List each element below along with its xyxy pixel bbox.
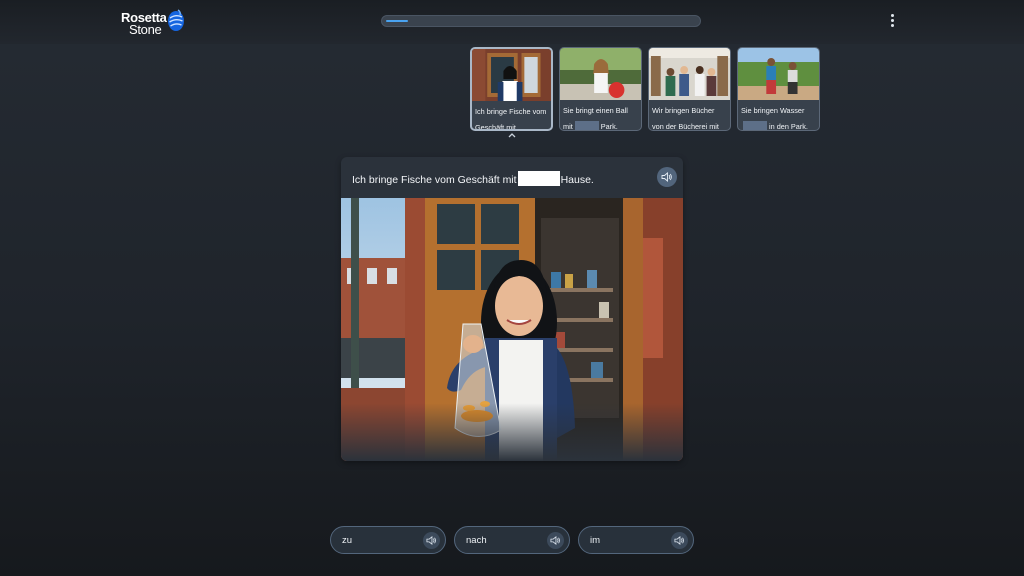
thumbnail-4-text: Sie bringen Wasser (741, 106, 805, 115)
top-bar: Rosetta Stone (0, 0, 1024, 44)
prompt-text-after: Hause. (560, 174, 594, 186)
thumbnail-2-blank (574, 121, 599, 130)
prompt-text-before: Ich bringe Fische vom Geschäft mit (352, 174, 517, 186)
thumbnail-3-image (649, 48, 730, 100)
answer-option-nach[interactable]: nach (454, 526, 570, 554)
thumbnail-4-caption: Sie bringen Wasser in den Park. (741, 103, 817, 131)
answer-option-im[interactable]: im (578, 526, 694, 554)
exercise-photo (341, 198, 683, 461)
prompt-header: Ich bringe Fische vom Geschäft mit Hause. (341, 157, 683, 198)
logo-text-line2: Stone (129, 22, 162, 37)
answer-speaker-button[interactable] (671, 532, 688, 549)
exercise-card: Ich bringe Fische vom Geschäft mit Hause. (341, 157, 683, 461)
thumbnail-4-image (738, 48, 819, 100)
chevron-up-icon[interactable] (508, 132, 516, 138)
thumbnail-3[interactable]: Wir bringen Bücher von der Bücherei mit (648, 47, 731, 131)
lesson-progress-bar (381, 15, 701, 27)
speaker-icon (674, 535, 684, 546)
thumbnail-3-text: Wir bringen Bücher von der Bücherei mit (652, 106, 719, 131)
answer-option-label: im (590, 535, 601, 546)
thumbnail-4[interactable]: Sie bringen Wasser in den Park. (737, 47, 820, 131)
rosetta-stone-logo-icon (168, 9, 184, 31)
speaker-icon (426, 535, 436, 546)
answer-option-label: nach (466, 535, 487, 546)
more-vertical-icon[interactable] (886, 14, 898, 30)
prompt-speaker-button[interactable] (657, 167, 677, 187)
thumbnail-1[interactable]: Ich bringe Fische vom Geschäft mit (470, 47, 553, 131)
answer-option-label: zu (342, 535, 353, 546)
answer-options: zu nach im (0, 526, 1024, 556)
answer-option-zu[interactable]: zu (330, 526, 446, 554)
thumbnail-2-image (560, 48, 641, 100)
thumbnail-2[interactable]: Sie bringt einen Ball mit Park. (559, 47, 642, 131)
thumbnail-4-blank (743, 121, 767, 130)
answer-blank[interactable] (517, 171, 560, 186)
progress-fill (386, 20, 408, 22)
rosetta-stone-logo: Rosetta Stone (120, 8, 190, 37)
speaker-icon (550, 535, 560, 546)
thumbnail-4-text-after: in den Park. (769, 122, 808, 131)
answer-speaker-button[interactable] (423, 532, 440, 549)
speaker-icon (661, 172, 672, 182)
prompt-sentence: Ich bringe Fische vom Geschäft mit Hause. (352, 171, 594, 186)
thumbnail-3-caption: Wir bringen Bücher von der Bücherei mit (652, 103, 728, 131)
thumbnail-2-text-after: Park. (600, 122, 618, 131)
sentence-thumbnails: Ich bringe Fische vom Geschäft mit Sie b… (470, 47, 826, 133)
answer-speaker-button[interactable] (547, 532, 564, 549)
thumbnail-1-image (472, 49, 551, 101)
thumbnail-2-caption: Sie bringt einen Ball mit Park. (563, 103, 639, 131)
thumbnail-1-text: Ich bringe Fische vom Geschäft mit (475, 107, 547, 131)
thumbnail-1-caption: Ich bringe Fische vom Geschäft mit (475, 104, 549, 131)
